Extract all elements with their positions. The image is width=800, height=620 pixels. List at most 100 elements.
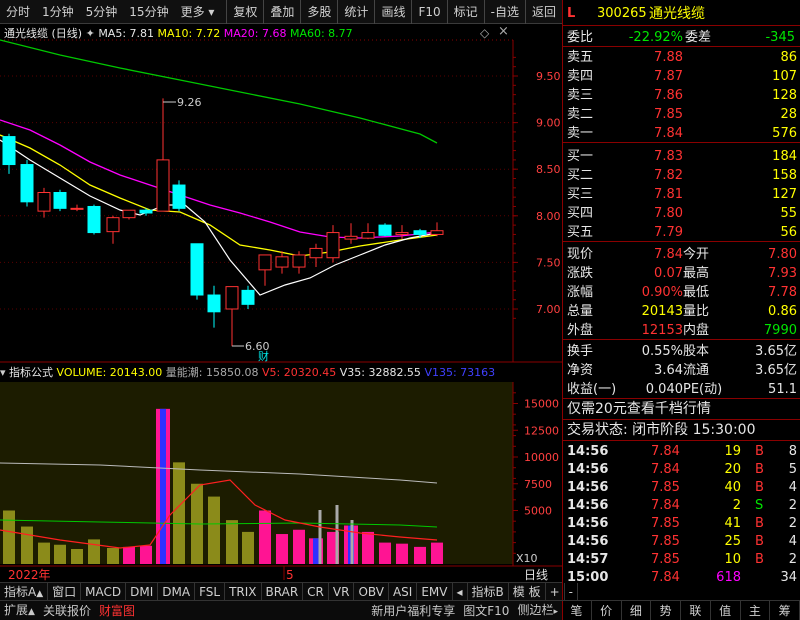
v35-value: V35: 32882.55 <box>339 366 421 379</box>
volume-bar-down <box>208 496 220 564</box>
expand-arrow-icon: ▲ <box>28 606 35 617</box>
high-annotation: 9.26 <box>163 96 202 109</box>
sidebar-label: 侧边栏 <box>517 602 554 617</box>
stat-value: 7.93 <box>768 266 797 281</box>
sidebar-toggle[interactable]: 侧边栏▸ <box>513 600 562 620</box>
stat-value: 7.84 <box>654 247 683 262</box>
tab-asi[interactable]: ASI <box>389 582 418 601</box>
tab-template[interactable]: 模 板 <box>509 582 546 601</box>
kline-gridlines <box>0 75 513 310</box>
expand-button[interactable]: 扩展▲ <box>0 600 39 620</box>
candle-up <box>326 232 340 259</box>
level-volume: 184 <box>772 149 797 164</box>
nav-bi[interactable]: 笔 <box>562 601 592 620</box>
stat-label: 换手 <box>567 344 594 359</box>
tick-side: B <box>755 480 764 495</box>
bid-row[interactable]: 买三 7.81 127 <box>563 185 800 204</box>
tab-trix[interactable]: TRIX <box>225 582 262 601</box>
volume-bar-up <box>293 529 305 564</box>
level-volume: 127 <box>772 187 797 202</box>
month-label: 5 <box>286 568 294 582</box>
candle-down <box>87 205 101 234</box>
tab-cr[interactable]: CR <box>303 582 329 601</box>
tick-time: 14:56 <box>567 462 609 477</box>
new-user-promo-link[interactable]: 新用户福利专享 <box>367 601 459 620</box>
level-label: 买二 <box>567 168 594 183</box>
ask-row[interactable]: 卖一 7.84 576 <box>563 124 800 143</box>
tick-count: 4 <box>788 534 797 549</box>
tab-obv[interactable]: OBV <box>354 582 389 601</box>
stat-value: 0.86 <box>768 304 797 319</box>
ask-row[interactable]: 卖二 7.85 28 <box>563 105 800 124</box>
nav-zhi[interactable]: 值 <box>711 601 741 620</box>
volume-bar-down <box>21 526 33 564</box>
nav-chou[interactable]: 筹 <box>770 601 800 620</box>
candle-up <box>156 159 170 212</box>
finance-marker[interactable]: 财 <box>258 349 269 363</box>
indicator-title[interactable]: 指标公式 <box>9 366 53 379</box>
promo-row[interactable]: 仅需20元查看千档行情 <box>563 400 800 420</box>
year-label: 2022年 <box>8 568 51 582</box>
tick-side: B <box>755 534 764 549</box>
kline-axis: 9.50 9.00 8.50 8.00 7.50 7.00 <box>513 56 561 319</box>
indicator-legend: ▾ 指标公式 VOLUME: 20143.00 量能潮: 15850.08 V5… <box>0 364 562 382</box>
level-price: 7.79 <box>654 225 683 240</box>
kline-tick-label: 7.00 <box>536 303 561 316</box>
tab-fsl[interactable]: FSL <box>195 582 226 601</box>
level-volume: 55 <box>780 206 797 221</box>
level-label: 买五 <box>567 225 594 240</box>
tab-brar[interactable]: BRAR <box>262 582 304 601</box>
candle-down <box>241 289 255 305</box>
tabs-scroll-left-icon[interactable]: ◂ <box>453 582 468 601</box>
kline-frame <box>0 39 562 363</box>
bid-row[interactable]: 买一 7.83 184 <box>563 147 800 166</box>
nav-jia[interactable]: 价 <box>592 601 622 620</box>
tick-time: 14:57 <box>567 552 609 567</box>
weicha-value: -345 <box>765 30 795 45</box>
tick-volume: 41 <box>724 516 741 531</box>
stat-row: 涨幅 0.90% 最低 7.78 <box>563 283 800 302</box>
candle-down <box>2 136 16 166</box>
tab-dma[interactable]: DMA <box>158 582 196 601</box>
f10-graphic-button[interactable]: 图文F10 <box>459 601 513 620</box>
tick-row: 15:00 7.84 618 34 <box>563 568 800 587</box>
moving-averages <box>0 39 438 296</box>
volume-bar-mark <box>313 538 319 564</box>
ma5-line <box>0 139 438 296</box>
stat-value: 7990 <box>763 323 797 338</box>
volume-bar-up <box>276 534 288 564</box>
tab-emv[interactable]: EMV <box>417 582 453 601</box>
nav-lian[interactable]: 联 <box>681 601 711 620</box>
tab-indicator-a[interactable]: 指标A▲ <box>0 582 49 601</box>
bid-row[interactable]: 买五 7.79 56 <box>563 223 800 242</box>
tab-indicator-b[interactable]: 指标B <box>468 582 509 601</box>
nav-xi[interactable]: 细 <box>622 601 652 620</box>
ask-row[interactable]: 卖四 7.87 107 <box>563 67 800 86</box>
ask-row[interactable]: 卖五 7.88 86 <box>563 48 800 67</box>
collapse-icon[interactable]: ▾ <box>0 366 6 379</box>
candle-down <box>190 243 204 296</box>
related-quote-button[interactable]: 关联报价 <box>39 601 95 620</box>
ask-row[interactable]: 卖三 7.86 128 <box>563 86 800 105</box>
level-volume: 107 <box>772 69 797 84</box>
stat-label: 最高 <box>683 266 710 281</box>
weibi-row: 委比 -22.92% 委差 -345 <box>563 28 800 47</box>
tick-row: 14:56 7.84 19 B 8 <box>563 442 800 461</box>
candle-up <box>106 217 120 233</box>
tick-volume: 40 <box>724 480 741 495</box>
v135-value: V135: 73163 <box>424 366 496 379</box>
period-label[interactable]: 日线 <box>524 568 548 582</box>
stat-row: 净资 3.64 流通 3.65亿 <box>563 361 800 380</box>
tab-macd[interactable]: MACD <box>81 582 127 601</box>
level-label: 买四 <box>567 206 594 221</box>
bid-row[interactable]: 买二 7.82 158 <box>563 166 800 185</box>
nav-zhu[interactable]: 主 <box>741 601 771 620</box>
tab-window[interactable]: 窗口 <box>48 582 82 601</box>
stat-label: 涨幅 <box>567 285 594 300</box>
bid-row[interactable]: 买四 7.80 55 <box>563 204 800 223</box>
wealth-chart-button[interactable]: 财富图 <box>95 601 139 620</box>
candle-up <box>122 209 136 219</box>
tab-vr[interactable]: VR <box>329 582 355 601</box>
tab-dmi[interactable]: DMI <box>126 582 159 601</box>
nav-shi[interactable]: 势 <box>651 601 681 620</box>
